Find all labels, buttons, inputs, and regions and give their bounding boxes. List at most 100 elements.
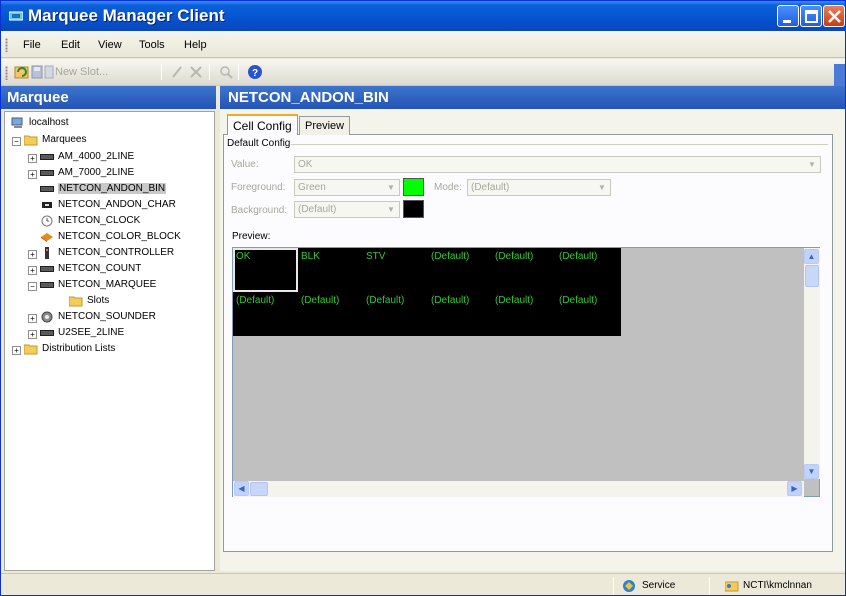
marquee-display-icon xyxy=(40,170,54,176)
foreground-color-swatch[interactable] xyxy=(403,178,424,196)
scroll-right-icon[interactable]: ▶ xyxy=(787,481,802,496)
menu-help[interactable]: Help xyxy=(184,39,207,51)
menu-bar: File Edit View Tools Help xyxy=(1,31,845,58)
refresh-icon[interactable] xyxy=(14,64,30,80)
scroll-down-icon[interactable]: ▼ xyxy=(804,464,819,479)
toolbar: New Slot... ? xyxy=(1,59,845,86)
delete-icon[interactable] xyxy=(189,64,203,80)
horizontal-scroll-thumb[interactable] xyxy=(250,482,268,496)
marquee-tree[interactable]: localhost − Marquees + AM_4000_2LINE + A… xyxy=(4,111,215,571)
expand-toggle[interactable]: + xyxy=(28,266,37,275)
selected-cell-outline xyxy=(233,248,298,292)
app-window: Marquee Manager Client File Edit View To… xyxy=(0,0,846,596)
minimize-button[interactable] xyxy=(777,5,799,27)
user-icon xyxy=(725,581,739,592)
zoom-icon[interactable] xyxy=(219,64,233,80)
expand-toggle[interactable]: + xyxy=(28,170,37,179)
tab-preview[interactable]: Preview xyxy=(299,116,351,135)
scroll-left-icon[interactable]: ◀ xyxy=(234,481,249,496)
expand-toggle[interactable]: + xyxy=(28,250,37,259)
menu-edit[interactable]: Edit xyxy=(61,39,80,51)
service-icon xyxy=(623,580,635,592)
preview-cell[interactable]: (Default) xyxy=(495,251,533,262)
preview-cell[interactable]: (Default) xyxy=(495,295,533,306)
marquee-display-icon xyxy=(40,282,54,288)
menu-grip xyxy=(5,38,8,52)
preview-cell[interactable]: (Default) xyxy=(236,295,274,306)
marquee-display-icon xyxy=(40,266,54,272)
title-bar[interactable]: Marquee Manager Client xyxy=(1,1,845,31)
collapse-toggle[interactable]: − xyxy=(12,137,21,146)
preview-cell[interactable]: (Default) xyxy=(431,295,469,306)
group-divider xyxy=(291,144,828,145)
sounder-icon xyxy=(41,311,53,323)
collapse-toggle[interactable]: − xyxy=(28,282,37,291)
edit-icon[interactable] xyxy=(171,64,183,80)
foreground-value: Green xyxy=(298,182,326,193)
chevron-down-icon[interactable]: ▼ xyxy=(805,158,819,171)
preview-cell[interactable]: (Default) xyxy=(559,295,597,306)
toolbar-grip xyxy=(5,66,8,80)
marquee-display-icon xyxy=(40,186,54,192)
value-field[interactable]: OK ▼ xyxy=(294,156,821,173)
marquee-display-icon xyxy=(40,330,54,336)
background-select[interactable]: (Default) ▼ xyxy=(294,201,400,218)
chevron-down-icon[interactable]: ▼ xyxy=(595,181,609,194)
horizontal-scrollbar[interactable]: ◀ ▶ xyxy=(233,481,804,497)
left-panel-title: Marquee xyxy=(1,86,216,109)
scroll-up-icon[interactable]: ▲ xyxy=(804,249,819,264)
preview-cell[interactable]: BLK xyxy=(301,251,320,262)
preview-cell[interactable]: (Default) xyxy=(431,251,469,262)
status-divider xyxy=(613,577,614,595)
expand-toggle[interactable]: + xyxy=(12,346,21,355)
andon-char-icon xyxy=(42,202,52,208)
controller-icon xyxy=(45,247,49,259)
save-icon[interactable] xyxy=(31,64,43,80)
expand-toggle[interactable]: + xyxy=(28,314,37,323)
preview-cell[interactable]: (Default) xyxy=(301,295,339,306)
vertical-scroll-thumb[interactable] xyxy=(805,265,819,287)
preview-label: Preview: xyxy=(232,231,271,242)
background-color-swatch[interactable] xyxy=(403,200,424,218)
user-status: NCTI\kmclnnan xyxy=(743,580,812,591)
toolbar-overflow-tab[interactable] xyxy=(834,64,845,86)
mode-label: Mode: xyxy=(434,182,462,193)
group-title: Default Config xyxy=(227,138,291,149)
close-button[interactable] xyxy=(823,5,845,27)
menu-file[interactable]: File xyxy=(23,39,41,51)
color-block-icon xyxy=(41,233,53,242)
minimize-icon xyxy=(783,20,791,23)
maximize-icon xyxy=(805,10,818,23)
folder-icon xyxy=(69,296,83,307)
maximize-button[interactable] xyxy=(800,5,822,27)
help-icon[interactable]: ? xyxy=(247,64,263,80)
app-icon xyxy=(9,11,23,21)
vertical-scrollbar[interactable]: ▲ ▼ xyxy=(804,248,820,479)
mode-value: (Default) xyxy=(471,182,510,193)
expand-toggle[interactable]: + xyxy=(28,330,37,339)
chevron-down-icon[interactable]: ▼ xyxy=(384,203,398,216)
menu-view[interactable]: View xyxy=(98,39,122,51)
new-slot-icon xyxy=(44,65,54,79)
background-label: Background: xyxy=(231,205,288,216)
status-bar: Service NCTI\kmclnnan xyxy=(1,573,845,595)
service-status: Service xyxy=(642,580,676,591)
expand-toggle[interactable]: + xyxy=(28,154,37,163)
preview-cell[interactable]: (Default) xyxy=(559,251,597,262)
menu-tools[interactable]: Tools xyxy=(139,39,165,51)
mode-select[interactable]: (Default) ▼ xyxy=(467,179,611,196)
preview-cell[interactable]: (Default) xyxy=(366,295,404,306)
window-title: Marquee Manager Client xyxy=(28,6,225,25)
preview-cell[interactable]: STV xyxy=(366,251,385,262)
computer-icon xyxy=(11,117,23,128)
new-slot-button[interactable]: New Slot... xyxy=(55,66,108,78)
foreground-select[interactable]: Green ▼ xyxy=(294,179,400,196)
foreground-label: Foreground: xyxy=(231,182,286,193)
clock-icon xyxy=(41,215,53,227)
toolbar-separator xyxy=(209,64,210,80)
tab-cell-config[interactable]: Cell Config xyxy=(227,114,298,135)
chevron-down-icon[interactable]: ▼ xyxy=(384,181,398,194)
background-value: (Default) xyxy=(298,204,337,215)
close-icon xyxy=(828,10,841,23)
right-panel-title: NETCON_ANDON_BIN xyxy=(220,86,845,109)
